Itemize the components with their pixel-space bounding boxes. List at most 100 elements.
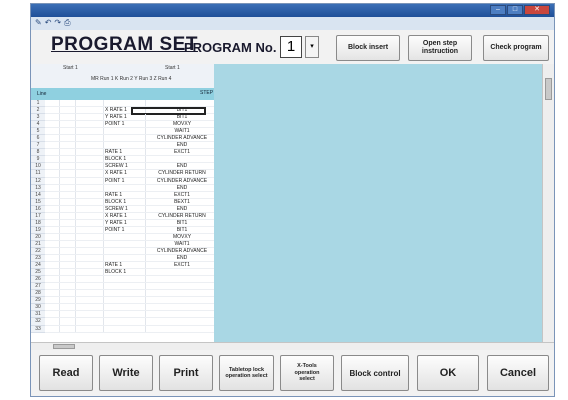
table-row[interactable]: SCREW 1 END: [45, 205, 214, 213]
table-row[interactable]: X RATE 1 CYLINDER RETURN: [45, 212, 214, 220]
row-instruction[interactable]: WAIT1: [146, 128, 214, 135]
edit-icon[interactable]: ✎: [35, 18, 42, 28]
row-instruction[interactable]: CYLINDER ADVANCE: [146, 248, 214, 255]
table-row[interactable]: POINT 1 MOVXY: [45, 121, 214, 129]
row-number[interactable]: 5: [31, 128, 45, 136]
table-row[interactable]: BLOCK 1: [45, 269, 214, 277]
table-row[interactable]: WAIT1: [45, 128, 214, 136]
table-row[interactable]: BLOCK 1 BEXT1: [45, 198, 214, 206]
row-instruction[interactable]: END: [146, 255, 214, 262]
table-row[interactable]: Y RATE 1 BIT1: [45, 114, 214, 122]
row-instruction[interactable]: EXCT1: [146, 262, 214, 269]
row-instruction[interactable]: BIT1: [146, 114, 214, 121]
row-number[interactable]: 2: [31, 107, 45, 115]
print-button[interactable]: Print: [159, 355, 213, 391]
row-number[interactable]: 17: [31, 212, 45, 220]
table-row[interactable]: [45, 311, 214, 319]
table-row[interactable]: END: [45, 142, 214, 150]
table-row[interactable]: CYLINDER ADVANCE: [45, 135, 214, 143]
x-tools-button[interactable]: X-Tools operation select: [280, 355, 334, 391]
vertical-scrollbar[interactable]: [542, 64, 554, 342]
table-row[interactable]: [45, 297, 214, 305]
row-instruction[interactable]: CYLINDER RETURN: [146, 170, 214, 177]
spreadsheet[interactable]: Start 1 Start 1 MR Run 1 K Run 2 Y Run 3…: [31, 64, 215, 342]
row-number[interactable]: 10: [31, 163, 45, 171]
table-row[interactable]: [45, 276, 214, 284]
table-row[interactable]: X RATE 1 CYLINDER RETURN: [45, 170, 214, 178]
row-instruction[interactable]: BEXT1: [146, 199, 214, 206]
row-number[interactable]: 16: [31, 205, 45, 213]
table-row[interactable]: END: [45, 184, 214, 192]
row-number[interactable]: 19: [31, 226, 45, 234]
row-number[interactable]: 11: [31, 170, 45, 178]
read-button[interactable]: Read: [39, 355, 93, 391]
row-instruction[interactable]: CYLINDER ADVANCE: [146, 135, 214, 142]
row-instruction[interactable]: END: [146, 142, 214, 149]
maximize-icon[interactable]: □: [507, 5, 523, 15]
ok-button[interactable]: OK: [417, 355, 479, 391]
row-instruction[interactable]: EXCT1: [146, 149, 214, 156]
row-instruction[interactable]: BIT1: [146, 227, 214, 234]
row-number[interactable]: 30: [31, 304, 45, 312]
row-number[interactable]: 1: [31, 100, 45, 108]
row-instruction[interactable]: END: [146, 163, 214, 170]
open-step-instruction-button[interactable]: Open step instruction: [408, 35, 472, 61]
row-number[interactable]: 27: [31, 283, 45, 291]
row-number[interactable]: 21: [31, 240, 45, 248]
chevron-down-icon[interactable]: ▾: [305, 36, 319, 58]
row-number[interactable]: 8: [31, 149, 45, 157]
table-row[interactable]: RATE 1 EXCT1: [45, 262, 214, 270]
table-row[interactable]: SCREW 1 END: [45, 163, 214, 171]
row-number[interactable]: 24: [31, 262, 45, 270]
table-row[interactable]: RATE 1 EXCT1: [45, 149, 214, 157]
table-row[interactable]: [45, 283, 214, 291]
row-number[interactable]: 29: [31, 297, 45, 305]
horizontal-scrollbar[interactable]: [31, 342, 554, 350]
row-number[interactable]: 18: [31, 219, 45, 227]
table-row[interactable]: [45, 318, 214, 326]
row-instruction[interactable]: CYLINDER ADVANCE: [146, 178, 214, 185]
row-instruction[interactable]: END: [146, 206, 214, 213]
row-number[interactable]: 7: [31, 142, 45, 150]
cancel-button[interactable]: Cancel: [487, 355, 549, 391]
row-number[interactable]: 25: [31, 269, 45, 277]
block-insert-button[interactable]: Block insert: [336, 35, 400, 61]
row-instruction[interactable]: BIT1: [146, 220, 214, 227]
check-program-button[interactable]: Check program: [483, 35, 549, 61]
row-number[interactable]: 6: [31, 135, 45, 143]
row-instruction[interactable]: END: [146, 185, 214, 192]
row-number[interactable]: 32: [31, 318, 45, 326]
row-instruction[interactable]: MOVXY: [146, 234, 214, 241]
program-number-select[interactable]: 1: [280, 36, 302, 58]
row-number[interactable]: 3: [31, 114, 45, 122]
row-number[interactable]: 15: [31, 198, 45, 206]
table-row[interactable]: [45, 304, 214, 312]
undo-icon[interactable]: ↶: [45, 18, 52, 28]
table-row[interactable]: WAIT1: [45, 240, 214, 248]
table-row[interactable]: X RATE 1 BIT1: [45, 107, 214, 116]
row-number[interactable]: 9: [31, 156, 45, 164]
tabletop-lock-button[interactable]: Tabletop lock operation select: [219, 355, 274, 391]
table-row[interactable]: [45, 290, 214, 298]
table-row[interactable]: RATE 1 EXCT1: [45, 191, 214, 199]
table-row[interactable]: CYLINDER ADVANCE: [45, 247, 214, 256]
row-instruction[interactable]: EXCT1: [146, 192, 214, 199]
table-row[interactable]: MOVXY: [45, 233, 214, 241]
close-icon[interactable]: ✕: [524, 5, 550, 15]
table-row[interactable]: END: [45, 255, 214, 263]
table-row[interactable]: POINT 1 CYLINDER ADVANCE: [45, 177, 214, 185]
row-number[interactable]: 22: [31, 247, 45, 256]
block-control-button[interactable]: Block control: [341, 355, 409, 391]
horizontal-scroll-thumb[interactable]: [53, 344, 75, 349]
program-work-area[interactable]: [214, 64, 542, 342]
table-row[interactable]: POINT 1 BIT1: [45, 226, 214, 234]
print-icon[interactable]: ⎙: [64, 18, 70, 28]
table-row[interactable]: BLOCK 1: [45, 156, 214, 164]
minimize-icon[interactable]: –: [490, 5, 506, 15]
table-row[interactable]: [45, 325, 214, 333]
write-button[interactable]: Write: [99, 355, 153, 391]
row-number[interactable]: 26: [31, 276, 45, 284]
vertical-scroll-thumb[interactable]: [545, 78, 552, 100]
table-row[interactable]: Y RATE 1 BIT1: [45, 219, 214, 227]
row-number[interactable]: 4: [31, 121, 45, 129]
